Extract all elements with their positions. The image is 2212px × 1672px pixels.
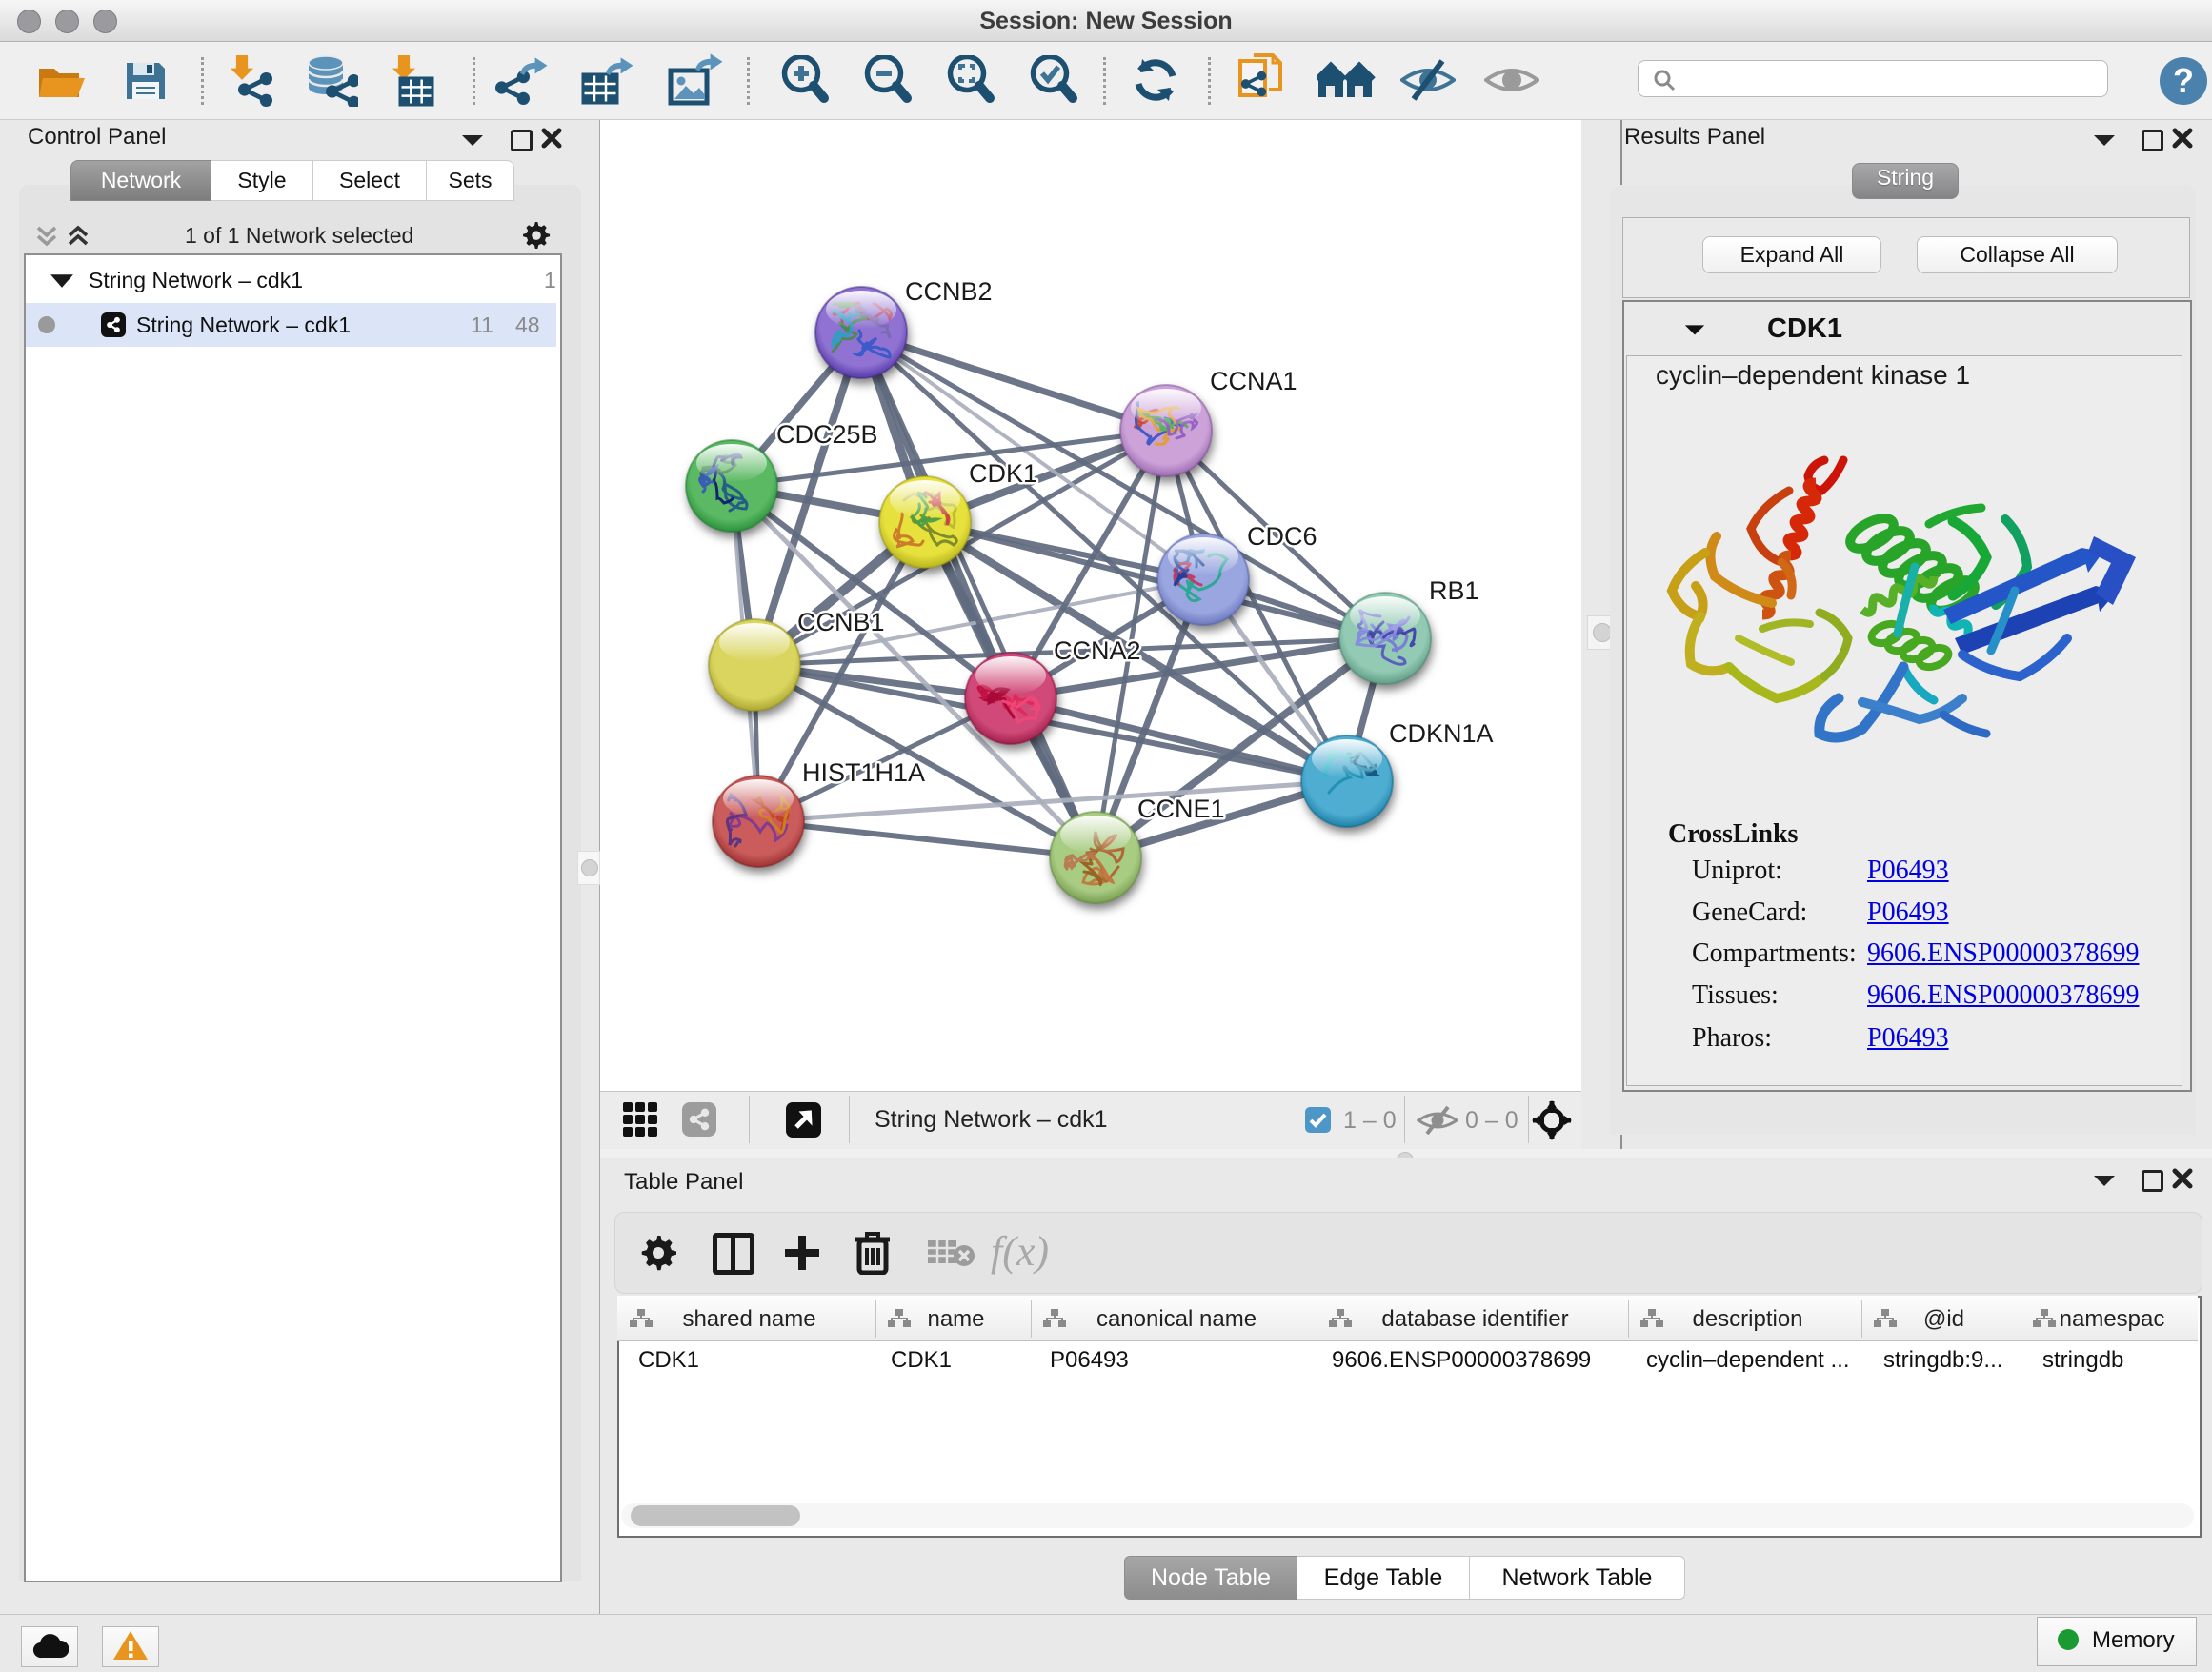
svg-text:CDC25B: CDC25B	[776, 420, 878, 449]
svg-text:CCNA1: CCNA1	[1210, 367, 1297, 395]
svg-text:CCNB2: CCNB2	[905, 277, 993, 306]
svg-text:CCNA2: CCNA2	[1054, 636, 1141, 665]
svg-text:RB1: RB1	[1429, 576, 1479, 605]
svg-text:CDK1: CDK1	[969, 459, 1037, 488]
svg-text:CDKN1A: CDKN1A	[1389, 719, 1494, 748]
svg-text:HIST1H1A: HIST1H1A	[802, 758, 925, 787]
svg-text:CDC6: CDC6	[1247, 522, 1317, 551]
svg-text:?: ?	[2173, 61, 2194, 100]
svg-text:CCNB1: CCNB1	[797, 608, 885, 636]
svg-text:CCNE1: CCNE1	[1137, 795, 1225, 823]
